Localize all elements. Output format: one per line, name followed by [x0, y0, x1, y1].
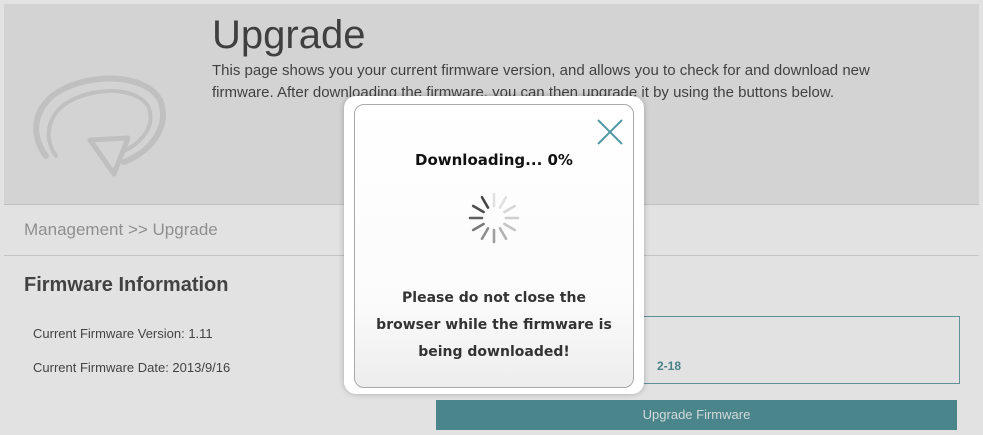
download-dialog-body: Downloading... 0% Please do not close th… — [354, 104, 634, 388]
loading-spinner-icon — [468, 192, 520, 244]
download-progress-title: Downloading... 0% — [415, 151, 573, 169]
do-not-close-message: Please do not close the browser while th… — [376, 290, 612, 360]
close-icon[interactable] — [593, 115, 627, 149]
download-dialog: Downloading... 0% Please do not close th… — [344, 96, 644, 394]
